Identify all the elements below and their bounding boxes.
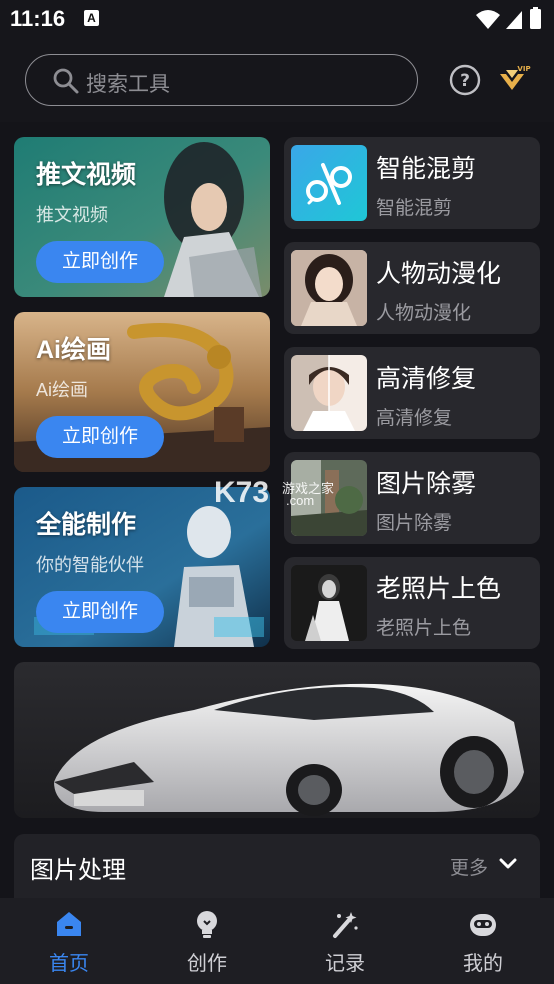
magic-wand-icon	[333, 912, 358, 938]
smart-mix-thumb	[291, 145, 367, 221]
colorize-thumb	[291, 565, 367, 641]
feature-card-subtitle: 推文视频	[36, 205, 108, 225]
feature-card-tuiwen[interactable]: 推文视频 推文视频 立即创作	[14, 137, 270, 297]
sports-car-image	[54, 683, 524, 816]
nav-create[interactable]: 创作	[138, 898, 276, 984]
main-content: 推文视频 推文视频 立即创作 Ai绘画 Ai绘画 立即创作 全能制作 你的智能伙…	[0, 122, 554, 898]
create-now-button[interactable]: 立即创作	[36, 241, 164, 283]
nav-label: 创作	[187, 953, 227, 975]
search-placeholder: 搜索工具	[86, 73, 170, 96]
tool-subtitle: 图片除雾	[376, 513, 453, 534]
lightbulb-icon	[197, 911, 217, 938]
search-icon	[53, 68, 79, 94]
section-title: 图片处理	[30, 857, 126, 884]
anime-portrait-thumb	[291, 250, 367, 326]
tool-subtitle: 智能混剪	[376, 198, 453, 219]
chevron-down-icon[interactable]	[498, 854, 518, 874]
feature-card-ai-painting[interactable]: Ai绘画 Ai绘画 立即创作	[14, 312, 270, 472]
more-link[interactable]: 更多	[450, 853, 488, 880]
search-input[interactable]: 搜索工具	[25, 54, 418, 106]
tool-subtitle: 高清修复	[376, 408, 453, 429]
tool-title: 人物动漫化	[376, 260, 502, 288]
portrait-image	[291, 250, 367, 326]
watermark-brand: K73	[214, 476, 270, 509]
create-now-button[interactable]: 立即创作	[36, 591, 164, 633]
tool-hd-restore[interactable]: 高清修复 高清修复	[284, 347, 540, 439]
tool-title: 图片除雾	[376, 470, 477, 498]
tool-colorize[interactable]: 老照片上色 老照片上色	[284, 557, 540, 649]
image-processing-section: 图片处理 更多	[14, 834, 540, 898]
tool-title: 老照片上色	[376, 575, 502, 603]
feature-card-all-in-one[interactable]: 全能制作 你的智能伙伴 立即创作	[14, 487, 270, 647]
header: 搜索工具 ? VIP	[0, 38, 554, 122]
feature-card-title: 推文视频	[36, 161, 137, 189]
tool-title: 智能混剪	[376, 155, 477, 183]
hd-restore-thumb	[291, 355, 367, 431]
feature-card-subtitle: 你的智能伙伴	[36, 555, 144, 575]
tool-title: 高清修复	[376, 365, 477, 393]
home-icon	[57, 912, 81, 936]
restore-comparison-image	[291, 355, 367, 431]
nav-mine[interactable]: 我的	[414, 898, 552, 984]
svg-text:?: ?	[460, 71, 470, 91]
nav-label: 记录	[325, 953, 365, 975]
bottom-nav: 首页 创作 记录 我的	[0, 898, 554, 984]
notification-icon: A	[84, 10, 99, 26]
vip-badge-text: VIP	[517, 65, 530, 73]
vip-icon[interactable]: VIP	[496, 62, 532, 94]
create-now-button[interactable]: 立即创作	[36, 416, 164, 458]
feature-card-subtitle: Ai绘画	[36, 380, 89, 400]
feature-card-title: 全能制作	[36, 511, 137, 539]
promo-banner[interactable]	[14, 662, 540, 818]
nav-label: 我的	[463, 953, 503, 975]
tool-smart-mix[interactable]: 智能混剪 智能混剪	[284, 137, 540, 229]
old-photo-image	[291, 565, 367, 641]
tool-anime-portrait[interactable]: 人物动漫化 人物动漫化	[284, 242, 540, 334]
tool-subtitle: 人物动漫化	[376, 303, 472, 324]
robot-face-icon	[470, 914, 496, 936]
watermark-domain: .com	[286, 493, 315, 508]
tool-subtitle: 老照片上色	[376, 618, 472, 639]
help-icon[interactable]: ?	[449, 64, 481, 96]
feature-card-title: Ai绘画	[36, 336, 112, 364]
status-time: 11:16	[10, 6, 66, 31]
nav-label: 首页	[49, 953, 89, 975]
nav-home[interactable]: 首页	[0, 898, 138, 984]
signal-battery-icons	[476, 7, 541, 29]
nav-records[interactable]: 记录	[276, 898, 414, 984]
scissors-icon	[306, 163, 352, 205]
status-bar: 11:16 A	[0, 0, 554, 38]
tool-dehaze[interactable]: 图片除雾 图片除雾	[284, 452, 540, 544]
